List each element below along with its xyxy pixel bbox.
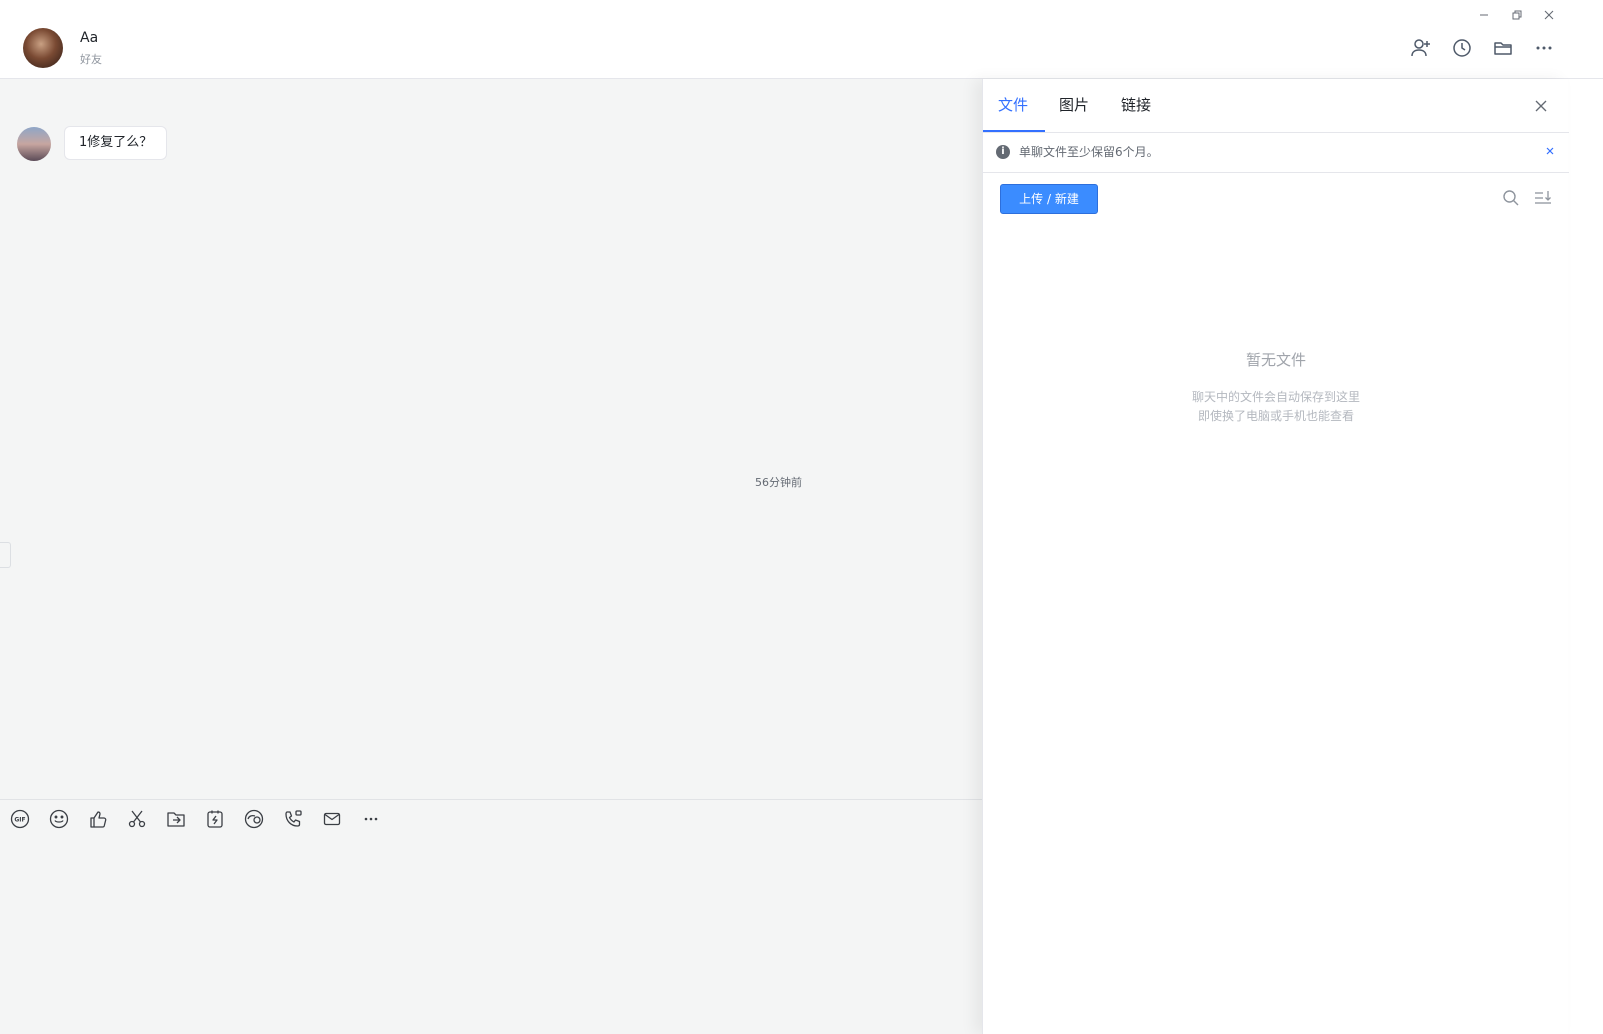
empty-state-title: 暂无文件	[1245, 351, 1306, 369]
contact-name[interactable]: Aa	[80, 30, 98, 46]
phone-call-icon[interactable]	[282, 808, 304, 830]
message-list[interactable]: 1修复了么？ 56分钟前	[0, 79, 982, 799]
folder-send-icon[interactable]	[165, 808, 187, 830]
sender-avatar[interactable]	[17, 127, 51, 161]
more-icon[interactable]	[1533, 37, 1555, 59]
message-timestamp: 56分钟前	[755, 476, 802, 489]
empty-state-line-1: 聊天中的文件会自动保存到这里	[1191, 390, 1360, 404]
add-member-icon[interactable]	[1410, 37, 1432, 59]
notice-text: 单聊文件至少保留6个月。	[1019, 145, 1159, 159]
tab-links[interactable]: 链接	[1121, 94, 1151, 115]
close-icon[interactable]	[1539, 6, 1559, 24]
tab-images[interactable]: 图片	[1059, 94, 1089, 115]
sort-icon[interactable]	[1533, 188, 1553, 208]
history-icon[interactable]	[1451, 37, 1473, 59]
contact-tag: 好友	[80, 53, 102, 66]
search-icon[interactable]	[1501, 188, 1521, 208]
notice-close-icon[interactable]	[1544, 144, 1556, 158]
message-bubble[interactable]: 1修复了么？	[64, 126, 168, 160]
tab-files[interactable]: 文件	[998, 94, 1028, 115]
scissors-icon[interactable]	[126, 808, 148, 830]
info-icon: i	[996, 145, 1010, 159]
screen-share-icon[interactable]	[243, 808, 265, 830]
svg-text:GIF: GIF	[14, 817, 25, 824]
folder-icon[interactable]	[1492, 37, 1514, 59]
chat-header: Aa 好友	[0, 0, 1603, 79]
mail-icon[interactable]	[321, 808, 343, 830]
contact-avatar[interactable]	[23, 28, 63, 68]
composer-more-icon[interactable]	[360, 808, 382, 830]
message-composer[interactable]	[0, 799, 982, 1034]
retention-notice: i 单聊文件至少保留6个月。	[983, 133, 1569, 173]
empty-state-line-2: 即使换了电脑或手机也能查看	[1197, 409, 1354, 423]
panel-drag-handle[interactable]	[0, 542, 11, 568]
minimize-icon[interactable]	[1474, 6, 1494, 24]
restore-icon[interactable]	[1507, 6, 1527, 24]
panel-close-icon[interactable]	[1531, 96, 1551, 116]
files-side-panel: 文件 图片 链接 i 单聊文件至少保留6个月。 上传 / 新建 暂无文件 聊天中…	[982, 79, 1569, 1034]
quick-reply-icon[interactable]	[204, 808, 226, 830]
gif-icon[interactable]: GIF	[9, 808, 31, 830]
emoji-icon[interactable]	[48, 808, 70, 830]
upload-new-button[interactable]: 上传 / 新建	[1000, 184, 1098, 214]
thumbs-up-icon[interactable]	[87, 808, 109, 830]
